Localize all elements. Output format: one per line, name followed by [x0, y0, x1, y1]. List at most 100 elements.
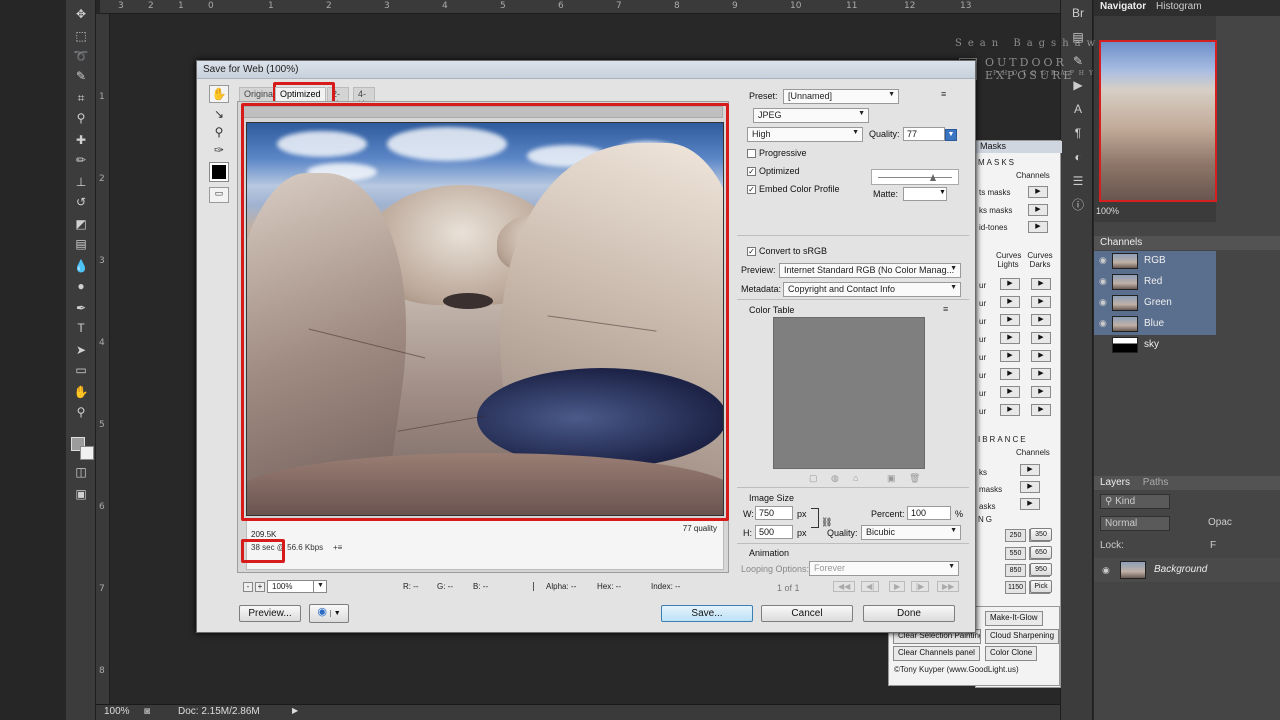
zoom-tool-icon[interactable]: ⚲: [72, 404, 90, 420]
shape-tool-icon[interactable]: ▭: [72, 362, 90, 378]
channel-row-sky[interactable]: sky: [1094, 335, 1280, 356]
status-menu-arrow-icon[interactable]: ▶: [292, 706, 298, 715]
path-select-tool-icon[interactable]: ➤: [72, 342, 90, 358]
tab-4-up[interactable]: 4-Up: [353, 87, 375, 109]
zoom-tool-icon[interactable]: ⚲: [209, 123, 229, 141]
pick-button[interactable]: Pick: [1030, 580, 1052, 593]
dodge-tool-icon[interactable]: ●: [72, 278, 90, 294]
progressive-checkbox[interactable]: [747, 149, 756, 158]
play-action-button[interactable]: ▶: [1000, 368, 1020, 380]
make-it-glow-button[interactable]: Make-It-Glow: [985, 611, 1043, 626]
embed-profile-checkbox[interactable]: ✓: [747, 185, 756, 194]
status-info-icon[interactable]: ◙: [144, 706, 150, 717]
eyedropper-tool-icon[interactable]: ⚲: [72, 110, 90, 126]
play-action-button[interactable]: ▶: [1000, 332, 1020, 344]
quality-slider[interactable]: [871, 169, 959, 185]
visibility-eye-icon[interactable]: ◉: [1102, 565, 1110, 576]
hand-tool-icon[interactable]: ✋: [209, 85, 229, 103]
paragraph-icon[interactable]: ¶: [1069, 124, 1087, 142]
visibility-eye-icon[interactable]: ◉: [1099, 318, 1107, 329]
tab-optimized[interactable]: Optimized: [275, 87, 326, 101]
play-action-button[interactable]: ▶: [1031, 332, 1051, 344]
toggle-slices-icon[interactable]: ▭: [209, 187, 229, 203]
speed-menu-icon[interactable]: +≡: [333, 543, 342, 552]
channel-row-rgb[interactable]: ◉ RGB: [1094, 251, 1216, 272]
width-input[interactable]: 750: [755, 506, 793, 520]
file-format-select[interactable]: JPEG ▼: [753, 108, 869, 123]
eyedropper-color-swatch[interactable]: [209, 162, 229, 182]
map-color-icon[interactable]: ▢: [809, 473, 818, 484]
background-color-swatch[interactable]: [80, 446, 94, 460]
resample-quality-select[interactable]: Bicubic ▼: [861, 525, 961, 540]
preview-profile-select[interactable]: Internet Standard RGB (No Color Manag...…: [779, 263, 961, 278]
character-icon[interactable]: A: [1069, 100, 1087, 118]
quality-level-select[interactable]: High ▼: [747, 127, 863, 142]
eraser-tool-icon[interactable]: ◩: [72, 216, 90, 232]
delete-color-icon[interactable]: 🗑: [909, 473, 920, 484]
navigator-thumbnail[interactable]: [1099, 40, 1217, 202]
quality-slider-toggle-icon[interactable]: ▼: [945, 129, 957, 141]
prev-frame-icon[interactable]: ◀|: [861, 581, 880, 592]
layer-row-background[interactable]: ◉ Background: [1094, 558, 1280, 582]
play-action-button[interactable]: ▶: [1028, 221, 1048, 233]
link-icon[interactable]: ⛓: [821, 517, 832, 528]
move-tool-icon[interactable]: ✥: [72, 6, 90, 22]
pen-tool-icon[interactable]: ✒: [72, 300, 90, 316]
percent-input[interactable]: 100: [907, 506, 951, 520]
optimized-checkbox[interactable]: ✓: [747, 167, 756, 176]
visibility-eye-icon[interactable]: ◉: [1099, 297, 1107, 308]
tab-navigator[interactable]: Navigator: [1100, 1, 1146, 12]
height-input[interactable]: 500: [755, 525, 793, 539]
preset-select[interactable]: [Unnamed] ▼: [783, 89, 899, 104]
play-action-button[interactable]: ▶: [1000, 296, 1020, 308]
brush-tool-icon[interactable]: ✏: [72, 152, 90, 168]
bridge-icon[interactable]: Br: [1069, 4, 1087, 22]
channel-row-blue[interactable]: ◉ Blue: [1094, 314, 1216, 335]
play-action-button[interactable]: ▶: [1031, 296, 1051, 308]
visibility-eye-icon[interactable]: ◉: [1099, 276, 1107, 287]
eyedropper-tool-icon[interactable]: ✑: [209, 141, 229, 159]
play-action-button[interactable]: ▶: [1031, 278, 1051, 290]
looping-options-select[interactable]: Forever ▼: [809, 561, 959, 576]
chevron-down-icon[interactable]: ▼: [939, 189, 946, 196]
channels-panel-title[interactable]: Channels: [1094, 236, 1280, 250]
last-frame-icon[interactable]: ▶▶: [937, 581, 960, 592]
tab-layers[interactable]: Layers: [1100, 477, 1130, 488]
convert-srgb-checkbox[interactable]: ✓: [747, 247, 756, 256]
screen-mode-icon[interactable]: ▣: [72, 486, 90, 502]
play-action-button[interactable]: ▶: [1031, 350, 1051, 362]
first-frame-icon[interactable]: ◀◀: [833, 581, 856, 592]
metadata-select[interactable]: Copyright and Contact Info ▼: [783, 282, 961, 297]
play-action-button[interactable]: ▶: [1020, 498, 1040, 510]
crop-tool-icon[interactable]: ⌗: [72, 90, 90, 106]
color-table-menu-icon[interactable]: ≡: [943, 304, 948, 314]
chevron-down-icon[interactable]: ▼: [313, 580, 327, 593]
info-icon[interactable]: ⓘ: [1069, 196, 1087, 214]
size-button[interactable]: 850: [1005, 564, 1026, 577]
web-shift-icon[interactable]: ◍: [831, 473, 839, 484]
size-button[interactable]: 950: [1030, 563, 1052, 576]
size-button[interactable]: 650: [1030, 546, 1052, 559]
tab-histogram[interactable]: Histogram: [1156, 1, 1202, 12]
blend-mode-select[interactable]: Normal: [1100, 516, 1170, 531]
navigator-zoom[interactable]: 100%: [1096, 206, 1119, 216]
channel-row-red[interactable]: ◉ Red: [1094, 272, 1216, 293]
play-action-button[interactable]: ▶: [1000, 404, 1020, 416]
stamp-tool-icon[interactable]: ⊥: [72, 174, 90, 190]
blur-tool-icon[interactable]: 💧: [72, 258, 90, 274]
history-brush-tool-icon[interactable]: ↺: [72, 194, 90, 210]
play-action-button[interactable]: ▶: [1000, 386, 1020, 398]
gradient-tool-icon[interactable]: ▤: [72, 236, 90, 252]
color-clone-button[interactable]: Color Clone: [985, 646, 1038, 661]
size-button[interactable]: 350: [1030, 528, 1052, 541]
clear-channels-button[interactable]: Clear Channels panel: [893, 646, 980, 661]
layer-filter-kind[interactable]: ⚲ Kind: [1100, 494, 1170, 509]
zoom-in-button[interactable]: +: [255, 582, 265, 592]
adjustments-icon[interactable]: ◐: [1069, 148, 1087, 166]
hand-tool-icon[interactable]: ✋: [72, 384, 90, 400]
play-action-button[interactable]: ▶: [1031, 314, 1051, 326]
play-action-button[interactable]: ▶: [1020, 464, 1040, 476]
type-tool-icon[interactable]: T: [72, 320, 90, 336]
play-action-button[interactable]: ▶: [1000, 278, 1020, 290]
play-action-button[interactable]: ▶: [1031, 368, 1051, 380]
